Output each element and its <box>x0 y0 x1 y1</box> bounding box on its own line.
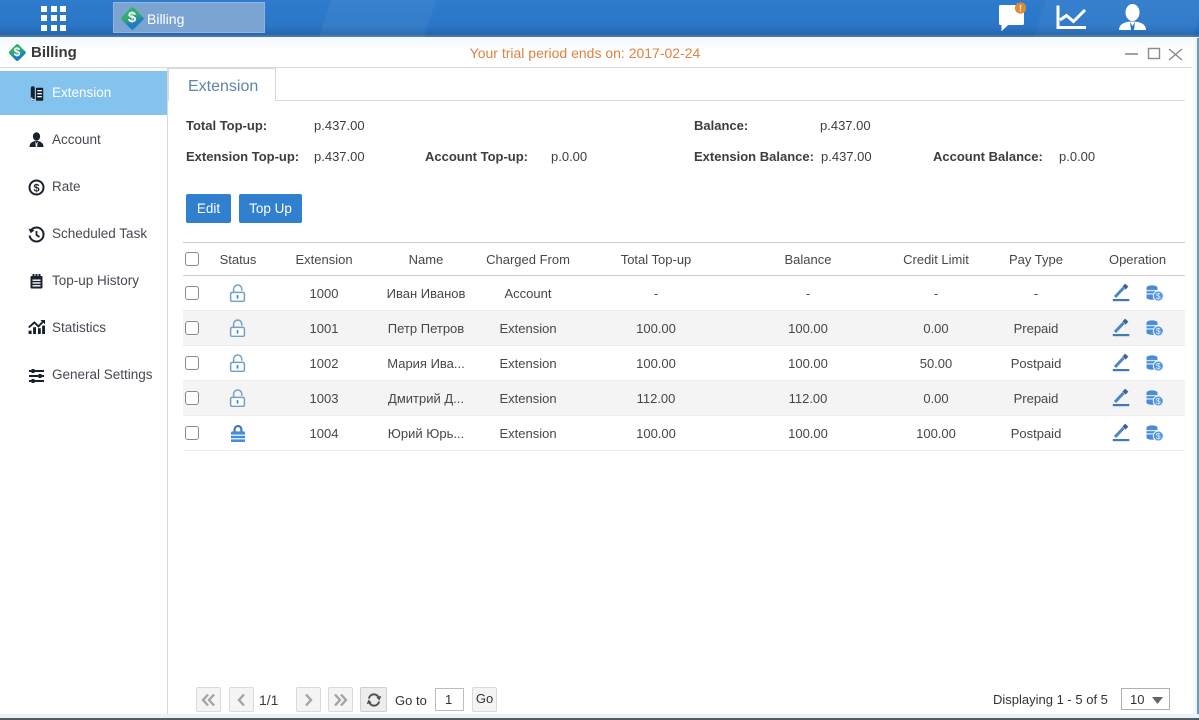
svg-text:$: $ <box>1156 361 1161 371</box>
svg-text:$: $ <box>1156 326 1161 336</box>
svg-text:$: $ <box>1156 431 1161 441</box>
svg-text:$: $ <box>1156 396 1161 406</box>
svg-text:$: $ <box>33 183 39 195</box>
svg-text:!: ! <box>1019 3 1022 13</box>
svg-text:$: $ <box>1156 291 1161 301</box>
